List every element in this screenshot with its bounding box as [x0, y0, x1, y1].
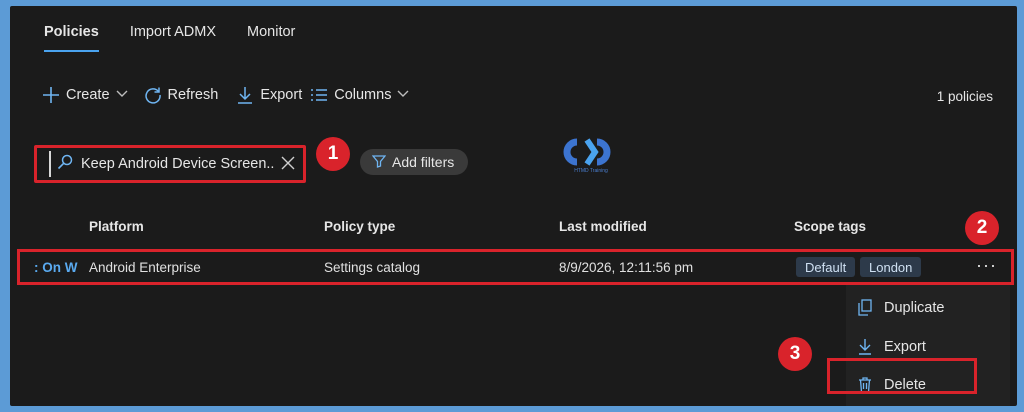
policy-count: 1 policies	[936, 89, 993, 104]
last-modified-cell: 8/9/2026, 12:11:56 pm	[559, 260, 694, 275]
refresh-button[interactable]: Refresh	[144, 86, 219, 104]
search-input[interactable]: Keep Android Device Screen...	[81, 156, 275, 172]
search-field[interactable]: Keep Android Device Screen...	[49, 151, 295, 177]
menu-item-export[interactable]: Export	[856, 338, 926, 355]
copy-icon	[856, 299, 874, 316]
logo-caption: HTMD Training	[574, 168, 608, 174]
export-menu-label: Export	[884, 338, 926, 355]
callout-badge-2: 2	[965, 211, 999, 245]
command-bar: Create Refresh Export Columns	[42, 86, 417, 104]
column-header-platform[interactable]: Platform	[89, 219, 144, 234]
menu-item-duplicate[interactable]: Duplicate	[856, 299, 944, 316]
add-filters-label: Add filters	[392, 154, 455, 170]
tab-import-admx[interactable]: Import ADMX	[130, 24, 216, 52]
search-icon	[57, 154, 73, 174]
chevron-down-icon	[397, 89, 409, 101]
create-label: Create	[66, 87, 110, 103]
platform-cell: Android Enterprise	[89, 260, 201, 275]
download-icon	[236, 86, 254, 104]
callout-badge-3: 3	[778, 337, 812, 371]
more-actions-button[interactable]: ···	[976, 255, 997, 276]
delete-highlight	[827, 358, 977, 394]
policies-panel: Policies Import ADMX Monitor Create Refr…	[10, 6, 1017, 406]
download-icon	[856, 338, 874, 355]
columns-icon	[310, 87, 328, 103]
columns-label: Columns	[334, 87, 392, 103]
add-filters-button[interactable]: Add filters	[360, 149, 469, 175]
policy-name-link[interactable]: : On W	[34, 260, 78, 275]
column-header-policy-type[interactable]: Policy type	[324, 219, 395, 234]
duplicate-label: Duplicate	[884, 299, 945, 316]
tab-monitor[interactable]: Monitor	[247, 24, 295, 52]
refresh-label: Refresh	[167, 87, 219, 103]
columns-button[interactable]: Columns	[310, 87, 409, 103]
policy-type-cell: Settings catalog	[324, 260, 421, 275]
column-header-last-modified[interactable]: Last modified	[559, 219, 647, 234]
tab-bar: Policies Import ADMX Monitor	[44, 24, 326, 52]
filter-icon	[371, 154, 387, 171]
chevron-down-icon	[116, 89, 128, 101]
callout-badge-1: 1	[316, 137, 350, 171]
refresh-icon	[144, 86, 162, 104]
scope-tag-london: London	[860, 257, 922, 277]
export-label: Export	[260, 87, 303, 103]
column-header-scope-tags[interactable]: Scope tags	[794, 219, 866, 234]
clear-search-icon[interactable]	[281, 154, 295, 175]
scope-tag-default: Default	[796, 257, 856, 277]
plus-icon	[42, 86, 60, 104]
create-button[interactable]: Create	[42, 86, 128, 104]
search-box[interactable]: Keep Android Device Screen...	[34, 145, 306, 183]
export-button[interactable]: Export	[236, 86, 302, 104]
tab-policies[interactable]: Policies	[44, 24, 99, 52]
